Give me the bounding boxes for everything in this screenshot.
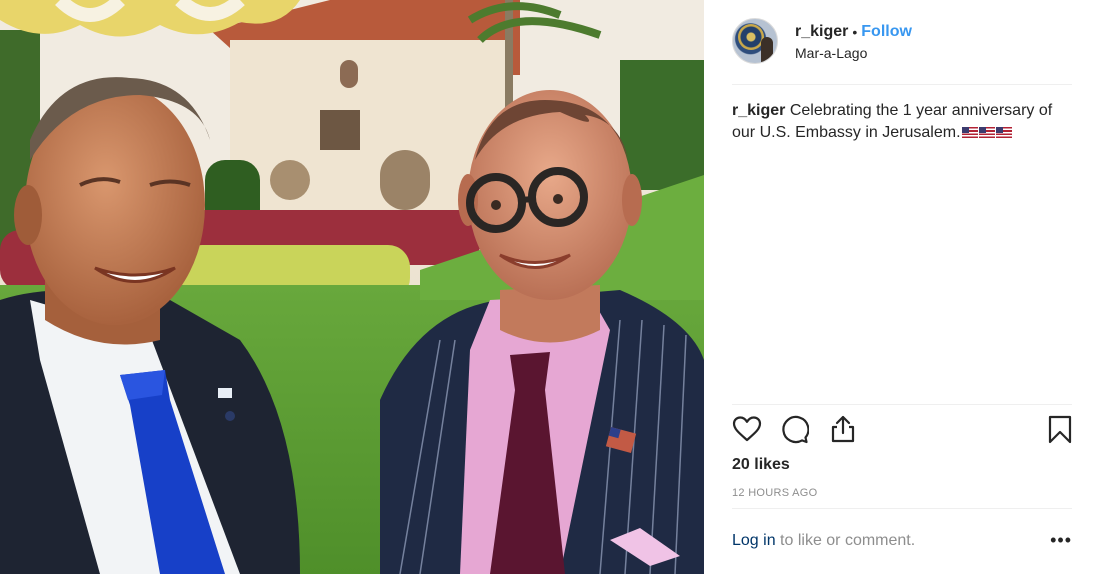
header-divider [732, 84, 1072, 85]
post-details-panel: r_kiger • Follow Mar-a-Lago r_kiger Cele… [704, 0, 1100, 574]
username-link[interactable]: r_kiger [795, 22, 848, 42]
follow-button[interactable]: Follow [861, 22, 912, 42]
header-text: r_kiger • Follow Mar-a-Lago [795, 22, 912, 61]
comment-divider [732, 508, 1072, 509]
avatar-figure [761, 37, 773, 63]
comment-icon [782, 415, 810, 444]
likes-count[interactable]: 20 likes [732, 456, 790, 474]
us-flag-icon [961, 127, 978, 138]
user-row: r_kiger • Follow [795, 22, 912, 42]
login-link[interactable]: Log in [732, 532, 776, 549]
comment-prompt-row: Log in to like or comment. ••• [732, 531, 1072, 550]
heart-icon [732, 416, 762, 442]
action-bar [732, 414, 1077, 448]
us-flag-icon [978, 127, 995, 138]
more-options-button[interactable]: ••• [1050, 531, 1072, 549]
post-header: r_kiger • Follow Mar-a-Lago [732, 16, 1072, 66]
comment-button[interactable] [779, 414, 810, 444]
post-photo[interactable] [0, 0, 704, 574]
us-flag-icon [995, 127, 1012, 138]
separator-dot: • [852, 23, 858, 40]
share-button[interactable] [828, 414, 858, 444]
bookmark-icon [1048, 415, 1072, 444]
photo-scene [0, 0, 704, 574]
caption-username-link[interactable]: r_kiger [732, 102, 785, 119]
post-timestamp[interactable]: 12 HOURS AGO [732, 487, 818, 499]
post-caption: r_kiger Celebrating the 1 year anniversa… [732, 100, 1077, 144]
share-icon [831, 415, 855, 443]
actions-divider [732, 404, 1072, 405]
comment-prompt-text: to like or comment. [775, 532, 916, 549]
like-button[interactable] [732, 414, 762, 444]
avatar[interactable] [732, 18, 778, 64]
location-link[interactable]: Mar-a-Lago [795, 45, 912, 61]
save-button[interactable] [1045, 414, 1075, 444]
